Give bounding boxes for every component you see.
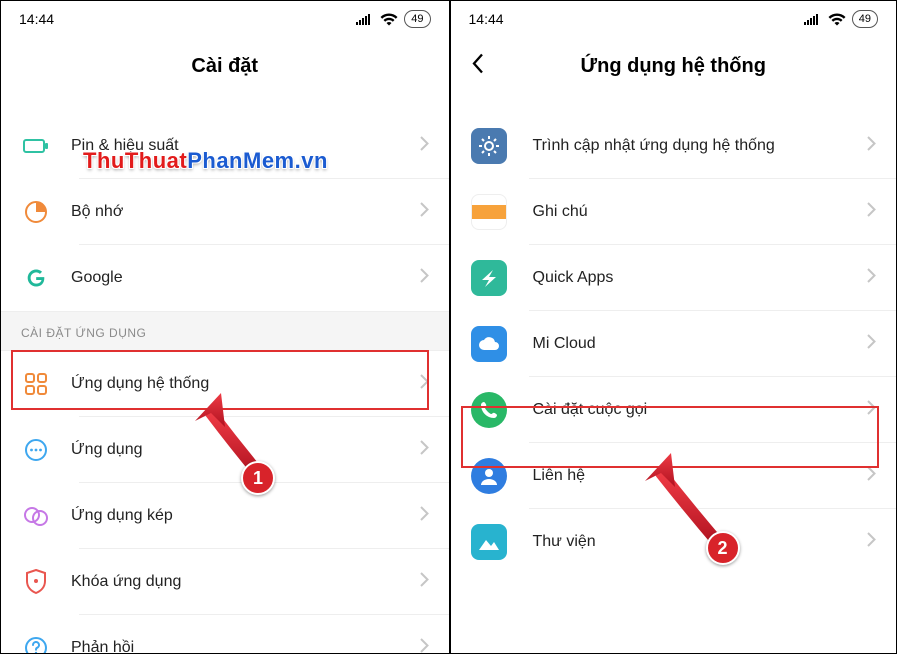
more-circle-icon [21, 435, 51, 465]
row-label: Google [51, 269, 420, 287]
row-google[interactable]: Google [1, 245, 449, 311]
row-app-lock[interactable]: Khóa ứng dụng [1, 549, 449, 615]
dual-circles-icon [21, 501, 51, 531]
chevron-right-icon [420, 572, 429, 592]
status-time: 14:44 [19, 11, 54, 27]
row-label: Cài đặt cuộc gọi [507, 401, 868, 419]
row-gallery[interactable]: Thư viện [451, 509, 897, 575]
status-time: 14:44 [469, 11, 504, 27]
row-system-updater[interactable]: Trình cập nhật ứng dụng hệ thống [451, 113, 897, 179]
chevron-right-icon [420, 268, 429, 288]
row-label: Quick Apps [507, 269, 868, 287]
chevron-right-icon [867, 334, 876, 354]
row-label: Bộ nhớ [51, 203, 420, 221]
chevron-left-icon [471, 53, 484, 75]
status-bar: 14:44 49 [1, 1, 449, 37]
row-battery-performance[interactable]: Pin & hiệu suất [1, 113, 449, 179]
page-title: Ứng dụng hệ thống [581, 55, 766, 78]
battery-icon: 49 [852, 10, 878, 28]
row-label: Pin & hiệu suất [51, 137, 420, 155]
row-dual-apps[interactable]: Ứng dụng kép [1, 483, 449, 549]
shield-icon [21, 567, 51, 597]
signal-icon [356, 13, 374, 25]
section-header-apps: CÀI ĐẶT ỨNG DỤNG [1, 311, 449, 351]
chevron-right-icon [867, 532, 876, 552]
grid-icon [21, 369, 51, 399]
notes-app-icon [471, 194, 507, 230]
phone-left: 14:44 49 Cài đặt Pin & hiệu suất Bộ nhớ [1, 1, 449, 653]
google-icon [21, 263, 51, 293]
row-label: Phản hồi [51, 639, 420, 653]
back-button[interactable] [471, 53, 484, 80]
row-notes[interactable]: Ghi chú [451, 179, 897, 245]
gallery-app-icon [471, 524, 507, 560]
chevron-right-icon [420, 374, 429, 394]
settings-list-top: Pin & hiệu suất Bộ nhớ Google [1, 113, 449, 311]
chevron-right-icon [867, 136, 876, 156]
chevron-right-icon [420, 638, 429, 653]
status-icons: 49 [356, 10, 430, 28]
row-label: Ứng dụng [51, 441, 420, 459]
quickapps-app-icon [471, 260, 507, 296]
row-label: Ứng dụng hệ thống [51, 375, 420, 393]
chevron-right-icon [420, 440, 429, 460]
row-call-settings[interactable]: Cài đặt cuộc gọi [451, 377, 897, 443]
row-label: Khóa ứng dụng [51, 573, 420, 591]
chevron-right-icon [420, 202, 429, 222]
row-mi-cloud[interactable]: Mi Cloud [451, 311, 897, 377]
gear-app-icon [471, 128, 507, 164]
chevron-right-icon [420, 136, 429, 156]
system-apps-list: Trình cập nhật ứng dụng hệ thống Ghi chú… [451, 113, 897, 575]
wifi-icon [380, 13, 398, 26]
chevron-right-icon [867, 466, 876, 486]
row-label: Thư viện [507, 533, 868, 551]
battery-icon: 49 [404, 10, 430, 28]
row-contacts[interactable]: Liên hệ [451, 443, 897, 509]
row-feedback[interactable]: Phản hồi [1, 615, 449, 653]
battery-icon [21, 131, 51, 161]
signal-icon [804, 13, 822, 25]
row-quick-apps[interactable]: Quick Apps [451, 245, 897, 311]
row-label: Ứng dụng kép [51, 507, 420, 525]
page-title: Cài đặt [191, 55, 258, 78]
cloud-app-icon [471, 326, 507, 362]
storage-pie-icon [21, 197, 51, 227]
header: Cài đặt [1, 37, 449, 95]
phone-right: 14:44 49 Ứng dụng hệ thống Trình cập nhậ… [449, 1, 897, 653]
chevron-right-icon [867, 202, 876, 222]
wifi-icon [828, 13, 846, 26]
row-label: Mi Cloud [507, 335, 868, 353]
header: Ứng dụng hệ thống [451, 37, 897, 95]
row-label: Liên hệ [507, 467, 868, 485]
status-icons: 49 [804, 10, 878, 28]
settings-list-bottom: Ứng dụng hệ thống Ứng dụng Ứng dụng kép [1, 351, 449, 653]
chevron-right-icon [867, 400, 876, 420]
row-apps[interactable]: Ứng dụng [1, 417, 449, 483]
contacts-app-icon [471, 458, 507, 494]
phone-app-icon [471, 392, 507, 428]
question-circle-icon [21, 633, 51, 653]
row-label: Trình cập nhật ứng dụng hệ thống [507, 137, 868, 155]
chevron-right-icon [420, 506, 429, 526]
row-label: Ghi chú [507, 203, 868, 221]
row-system-apps[interactable]: Ứng dụng hệ thống [1, 351, 449, 417]
chevron-right-icon [867, 268, 876, 288]
status-bar: 14:44 49 [451, 1, 897, 37]
row-storage[interactable]: Bộ nhớ [1, 179, 449, 245]
